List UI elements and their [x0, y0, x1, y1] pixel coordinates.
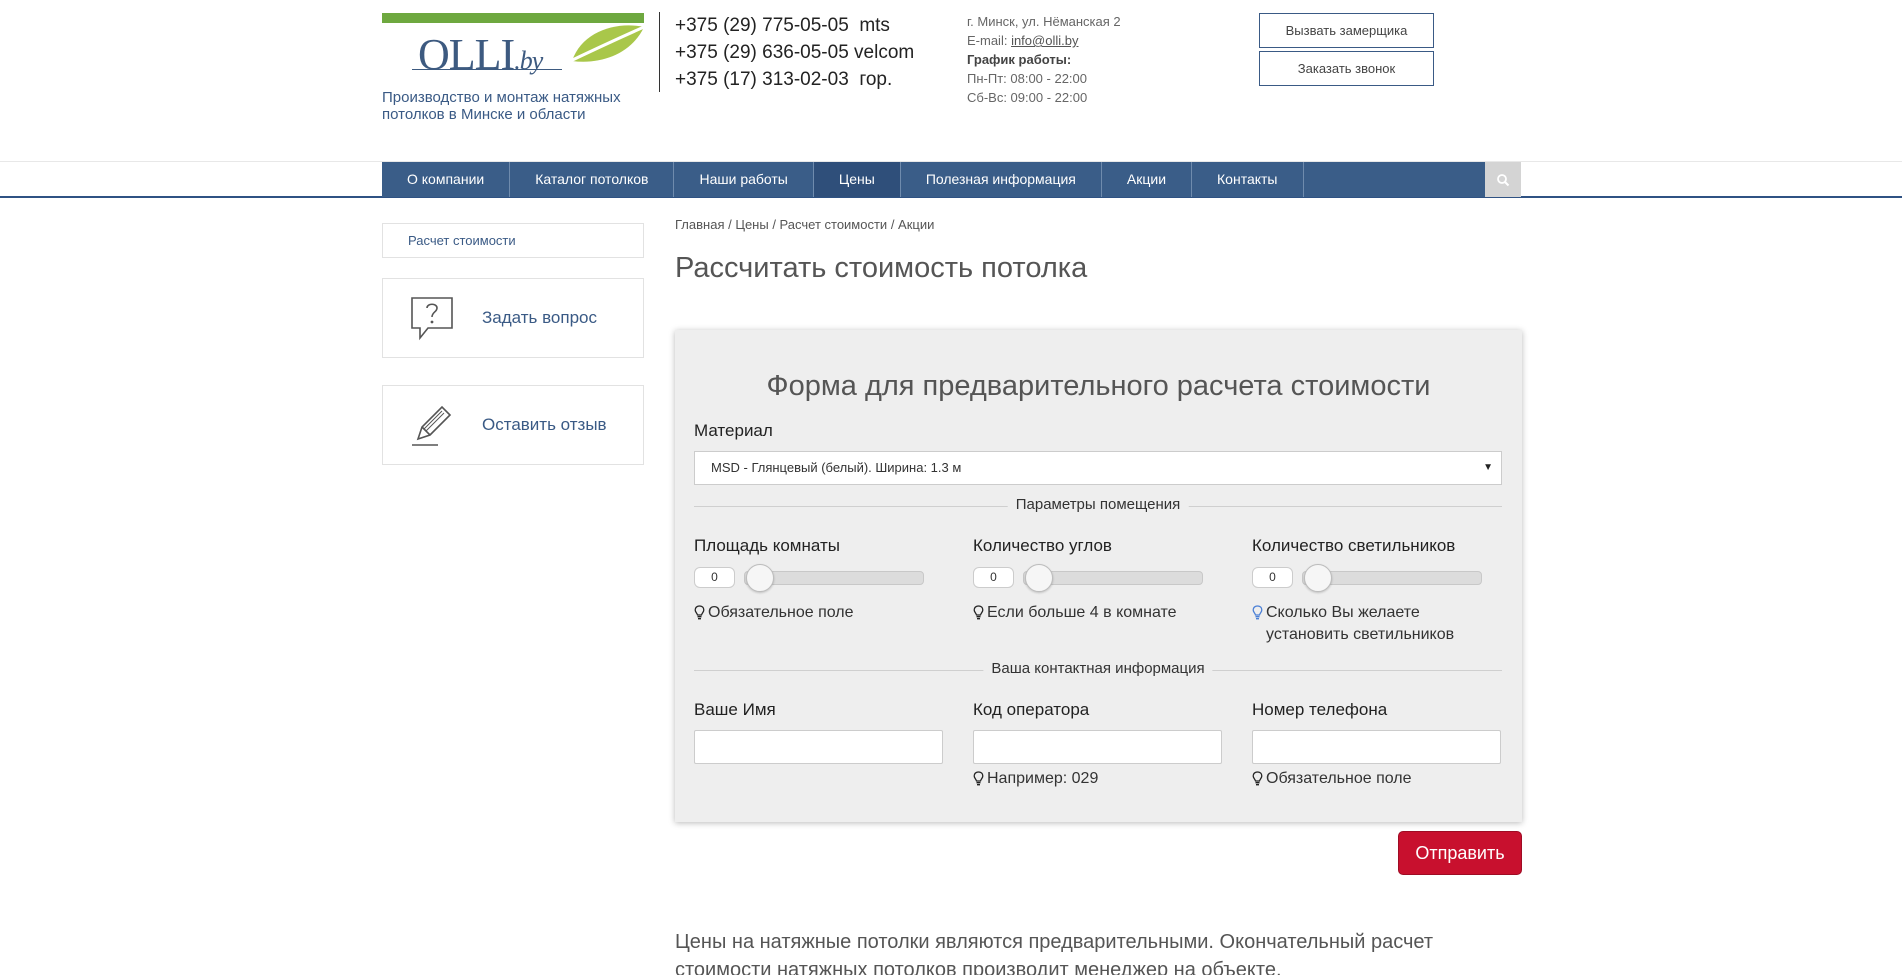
corners-value[interactable]: 0 [973, 567, 1014, 588]
page-title: Рассчитать стоимость потолка [675, 252, 1088, 284]
lightbulb-icon [694, 605, 705, 620]
breadcrumb-home[interactable]: Главная [675, 217, 724, 232]
area-hint: Обязательное поле [694, 602, 854, 624]
logo[interactable]: OLLI.by [382, 13, 645, 79]
logo-text: OLLI.by [418, 30, 543, 79]
phone-label: Номер телефона [1252, 700, 1388, 719]
search-button[interactable] [1485, 162, 1521, 197]
lightbulb-icon [1252, 771, 1263, 786]
operator-hint: Например: 029 [973, 768, 1098, 790]
lights-hint: Сколько Вы желаете установить светильник… [1252, 602, 1502, 646]
phone-city[interactable]: +375 (17) 313-02-03 гор. [675, 66, 914, 93]
submit-button[interactable]: Отправить [1398, 831, 1522, 875]
nav-item-catalog[interactable]: Каталог потолков [510, 162, 675, 197]
corners-label: Количество углов [973, 536, 1112, 555]
lightbulb-icon [973, 771, 984, 786]
nav-item-works[interactable]: Наши работы [674, 162, 814, 197]
area-value[interactable]: 0 [694, 567, 735, 588]
operator-label: Код оператора [973, 700, 1090, 719]
sidebar-link-calculation[interactable]: Расчет стоимости [382, 223, 644, 258]
ask-question-box[interactable]: Задать вопрос [382, 278, 644, 358]
lights-value[interactable]: 0 [1252, 567, 1293, 588]
contact-info: г. Минск, ул. Нёманская 2 E-mail: info@o… [967, 12, 1121, 107]
question-bubble-icon [411, 297, 453, 341]
page: OLLI.by Производство и монтаж натяжных п… [0, 0, 1902, 975]
breadcrumb-prices[interactable]: Цены [735, 217, 768, 232]
search-icon [1497, 173, 1510, 186]
schedule-title: График работы: [967, 52, 1072, 67]
material-label: Материал [694, 421, 773, 440]
phone-input[interactable] [1252, 730, 1501, 764]
nav-item-info[interactable]: Полезная информация [901, 162, 1102, 197]
room-section-label: Параметры помещения [1007, 496, 1189, 513]
email-line: E-mail: info@olli.by [967, 33, 1079, 48]
name-label: Ваше Имя [694, 700, 776, 719]
nav-item-contacts[interactable]: Контакты [1192, 162, 1304, 197]
contact-section-label: Ваша контактная информация [983, 660, 1213, 677]
material-selected-value: MSD - Глянцевый (белый). Ширина: 1.3 м [711, 460, 962, 475]
schedule-weekdays: Пн-Пт: 08:00 - 22:00 [967, 71, 1087, 86]
lightbulb-icon [973, 605, 984, 620]
area-slider-handle[interactable] [746, 564, 774, 592]
phone-list: +375 (29) 775-05-05 mts +375 (29) 636-05… [675, 12, 914, 93]
breadcrumb: Главная / Цены / Расчет стоимости / Акци… [675, 217, 935, 232]
material-select[interactable]: MSD - Глянцевый (белый). Ширина: 1.3 м ▼ [694, 451, 1502, 485]
nav-item-prices[interactable]: Цены [813, 162, 901, 197]
breadcrumb-promotions[interactable]: Акции [898, 217, 934, 232]
schedule-weekend: Сб-Вс: 09:00 - 22:00 [967, 90, 1088, 105]
address: г. Минск, ул. Нёманская 2 [967, 14, 1121, 29]
nav-item-about[interactable]: О компании [382, 162, 511, 197]
phone-velcom[interactable]: +375 (29) 636-05-05 velcom [675, 39, 914, 66]
lights-label: Количество светильников [1252, 536, 1456, 555]
leave-review-label: Оставить отзыв [482, 415, 607, 434]
lights-slider-handle[interactable] [1304, 564, 1332, 592]
request-callback-button[interactable]: Заказать звонок [1259, 51, 1434, 86]
phone-mts[interactable]: +375 (29) 775-05-05 mts [675, 12, 914, 39]
breadcrumb-calculation[interactable]: Расчет стоимости [780, 217, 888, 232]
nav-item-promotions[interactable]: Акции [1102, 162, 1193, 197]
area-label: Площадь комнаты [694, 536, 840, 555]
form-title: Форма для предварительного расчета стоим… [766, 370, 1431, 402]
corners-hint: Если больше 4 в комнате [973, 602, 1177, 624]
chevron-down-icon: ▼ [1483, 462, 1493, 473]
calculation-form: Форма для предварительного расчета стоим… [675, 330, 1522, 822]
main-nav: О компании Каталог потолков Наши работы … [382, 162, 1521, 197]
price-notice: Цены на натяжные потолки являются предва… [675, 931, 1434, 975]
ask-question-label: Задать вопрос [482, 308, 597, 327]
operator-code-input[interactable] [973, 730, 1222, 764]
phone-hint: Обязательное поле [1252, 768, 1412, 790]
header-divider [659, 12, 660, 92]
pencil-icon [412, 405, 452, 446]
call-measurer-button[interactable]: Вызвать замерщика [1259, 13, 1434, 48]
lightbulb-icon [1252, 605, 1263, 620]
corners-slider-handle[interactable] [1025, 564, 1053, 592]
name-input[interactable] [694, 730, 943, 764]
email-link[interactable]: info@olli.by [1011, 33, 1078, 48]
tagline: Производство и монтаж натяжных потолков … [382, 89, 621, 123]
leave-review-box[interactable]: Оставить отзыв [382, 385, 644, 465]
